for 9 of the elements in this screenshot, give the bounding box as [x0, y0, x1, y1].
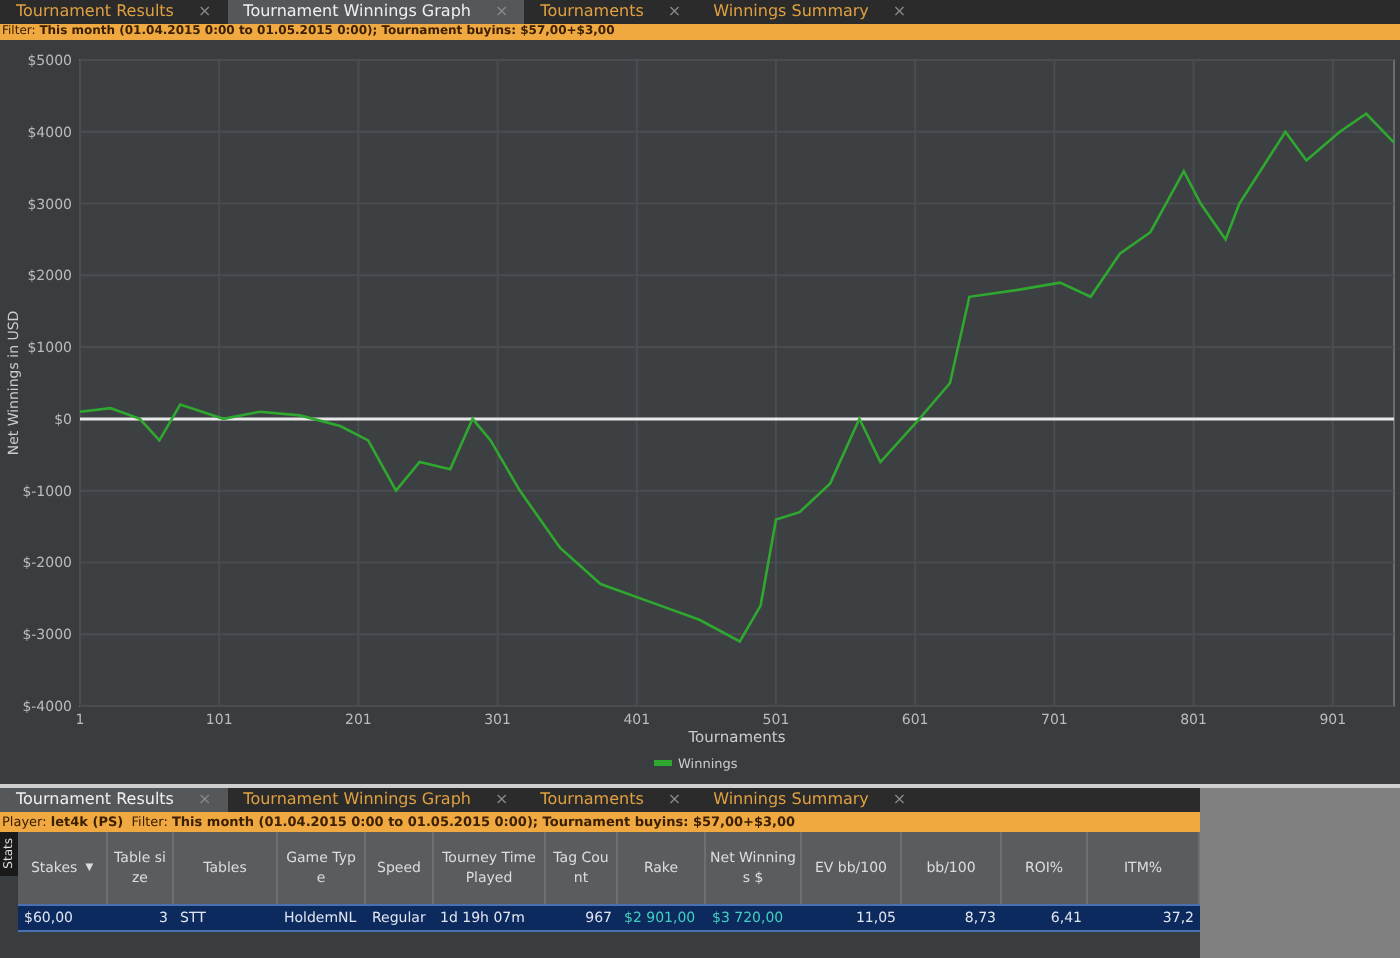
legend-swatch [654, 760, 672, 766]
close-icon[interactable]: × [667, 0, 682, 24]
tab[interactable]: Tournament Results × [0, 788, 228, 812]
close-icon[interactable]: × [197, 0, 212, 24]
tab[interactable]: Tournament Winnings Graph × [227, 0, 525, 24]
close-icon[interactable]: × [892, 0, 907, 24]
close-icon[interactable]: × [667, 788, 682, 812]
close-icon[interactable]: × [892, 788, 907, 812]
close-icon[interactable]: × [494, 788, 509, 812]
